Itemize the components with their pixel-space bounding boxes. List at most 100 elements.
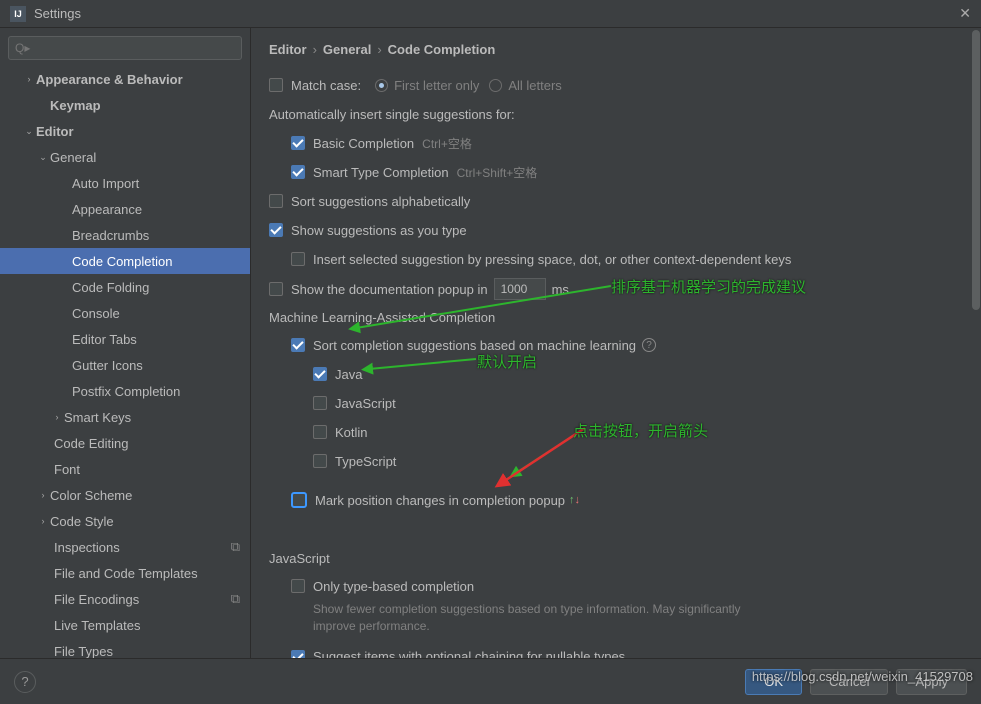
kotlin-checkbox[interactable] [313, 425, 327, 439]
tree-item-file-types[interactable]: File Types [0, 638, 250, 658]
show-doc-post: ms [552, 282, 569, 297]
tree-item-breadcrumbs[interactable]: Breadcrumbs [0, 222, 250, 248]
tree-item-appearance-behavior[interactable]: ›Appearance & Behavior [0, 66, 250, 92]
tree-item-font[interactable]: Font [0, 456, 250, 482]
smart-completion-shortcut: Ctrl+Shift+空格 [457, 164, 538, 181]
optional-chaining-label: Suggest items with optional chaining for… [313, 649, 625, 658]
java-checkbox[interactable] [313, 367, 327, 381]
tree-item-code-folding[interactable]: Code Folding [0, 274, 250, 300]
titlebar: IJ Settings ✕ [0, 0, 981, 28]
match-case-checkbox[interactable] [269, 78, 283, 92]
app-icon: IJ [10, 6, 26, 22]
javascript-label: JavaScript [335, 396, 396, 411]
tree-item-code-completion[interactable]: Code Completion [0, 248, 250, 274]
cancel-button[interactable]: Cancel [810, 669, 888, 695]
tree-item-smart-keys[interactable]: ›Smart Keys [0, 404, 250, 430]
window-title: Settings [34, 6, 81, 21]
chevron-icon: ⌄ [22, 126, 36, 137]
typescript-checkbox[interactable] [313, 454, 327, 468]
chevron-icon: › [36, 490, 50, 500]
tree-item-label: Appearance [72, 202, 250, 217]
js-type-label: Only type-based completion [313, 579, 474, 594]
sort-alpha-checkbox[interactable] [269, 194, 283, 208]
tree-item-general[interactable]: ⌄General [0, 144, 250, 170]
java-label: Java [335, 367, 362, 382]
ml-sort-label: Sort completion suggestions based on mac… [313, 338, 636, 353]
auto-insert-header: Automatically insert single suggestions … [269, 104, 963, 124]
project-badge-icon: ⧉ [231, 539, 240, 555]
tree-item-file-and-code-templates[interactable]: File and Code Templates [0, 560, 250, 586]
tree-item-editor-tabs[interactable]: Editor Tabs [0, 326, 250, 352]
scrollbar[interactable] [971, 28, 981, 658]
chevron-icon: › [22, 74, 36, 84]
kotlin-label: Kotlin [335, 425, 368, 440]
tree-item-keymap[interactable]: Keymap [0, 92, 250, 118]
footer: ? OK Cancel Apply [0, 658, 981, 704]
match-case-label: Match case: [291, 78, 361, 93]
doc-delay-input[interactable] [494, 278, 546, 300]
chevron-icon: › [36, 516, 50, 526]
sidebar: ›Appearance & BehaviorKeymap⌄Editor⌄Gene… [0, 28, 251, 658]
show-as-type-label: Show suggestions as you type [291, 223, 467, 238]
search-input[interactable] [8, 36, 242, 60]
js-type-checkbox[interactable] [291, 579, 305, 593]
smart-completion-checkbox[interactable] [291, 165, 305, 179]
project-badge-icon: ⧉ [231, 591, 240, 607]
ml-section-header: Machine Learning-Assisted Completion [269, 310, 963, 325]
show-doc-checkbox[interactable] [269, 282, 283, 296]
tree-item-label: Code Editing [54, 436, 250, 451]
tree-item-color-scheme[interactable]: ›Color Scheme [0, 482, 250, 508]
tree-item-label: Gutter Icons [72, 358, 250, 373]
insert-selected-checkbox[interactable] [291, 252, 305, 266]
help-icon[interactable]: ? [642, 338, 656, 352]
tree-item-label: Editor [36, 124, 250, 139]
javascript-checkbox[interactable] [313, 396, 327, 410]
tree-item-gutter-icons[interactable]: Gutter Icons [0, 352, 250, 378]
tree-item-label: Editor Tabs [72, 332, 250, 347]
tree-item-label: Auto Import [72, 176, 250, 191]
tree-item-postfix-completion[interactable]: Postfix Completion [0, 378, 250, 404]
tree-item-label: Appearance & Behavior [36, 72, 250, 87]
tree-item-label: Smart Keys [64, 410, 250, 425]
close-icon[interactable]: ✕ [959, 5, 971, 22]
tree-item-live-templates[interactable]: Live Templates [0, 612, 250, 638]
all-letters-radio[interactable] [489, 79, 502, 92]
tree-item-inspections[interactable]: Inspections⧉ [0, 534, 250, 560]
js-type-description: Show fewer completion suggestions based … [313, 601, 783, 635]
tree-item-code-style[interactable]: ›Code Style [0, 508, 250, 534]
first-letter-radio[interactable] [375, 79, 388, 92]
tree-item-label: File Encodings [54, 592, 231, 607]
basic-completion-label: Basic Completion [313, 136, 414, 151]
tree-item-code-editing[interactable]: Code Editing [0, 430, 250, 456]
tree-item-label: Font [54, 462, 250, 477]
mark-position-label: Mark position changes in completion popu… [315, 493, 565, 508]
basic-completion-checkbox[interactable] [291, 136, 305, 150]
tree-item-file-encodings[interactable]: File Encodings⧉ [0, 586, 250, 612]
optional-chaining-checkbox[interactable] [291, 650, 305, 658]
ok-button[interactable]: OK [745, 669, 802, 695]
javascript-section-header: JavaScript [269, 551, 963, 566]
tree-item-label: Postfix Completion [72, 384, 250, 399]
tree-item-console[interactable]: Console [0, 300, 250, 326]
tree-item-label: File Types [54, 644, 250, 659]
tree-item-label: Inspections [54, 540, 231, 555]
tree-item-label: Console [72, 306, 250, 321]
tree-item-label: Code Completion [72, 254, 250, 269]
apply-button[interactable]: Apply [896, 669, 967, 695]
tree-item-appearance[interactable]: Appearance [0, 196, 250, 222]
content-pane: Editor›General›Code Completion Match cas… [251, 28, 981, 658]
ml-sort-checkbox[interactable] [291, 338, 305, 352]
mark-position-checkbox[interactable] [291, 492, 307, 508]
all-letters-label: All letters [508, 78, 561, 93]
show-doc-pre: Show the documentation popup in [291, 282, 488, 297]
tree-item-auto-import[interactable]: Auto Import [0, 170, 250, 196]
help-button[interactable]: ? [14, 671, 36, 693]
sort-alpha-label: Sort suggestions alphabetically [291, 194, 470, 209]
tree-item-label: File and Code Templates [54, 566, 250, 581]
tree-item-editor[interactable]: ⌄Editor [0, 118, 250, 144]
up-down-arrows-icon: ↑↓ [569, 494, 580, 506]
smart-completion-label: Smart Type Completion [313, 165, 449, 180]
show-as-type-checkbox[interactable] [269, 223, 283, 237]
tree-item-label: Color Scheme [50, 488, 250, 503]
basic-completion-shortcut: Ctrl+空格 [422, 135, 472, 152]
